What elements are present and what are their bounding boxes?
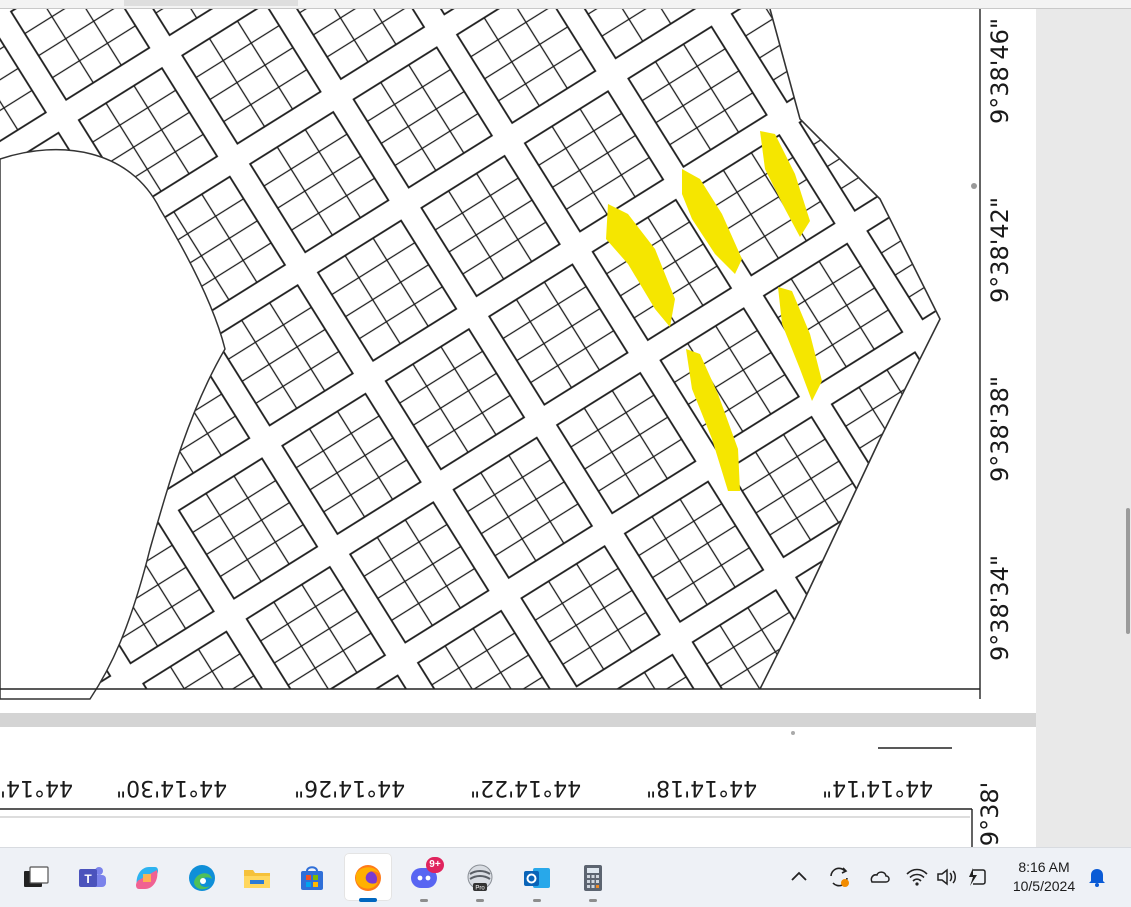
- pro-app-icon[interactable]: Pro: [464, 862, 496, 894]
- longitude-label: 44°14'18": [646, 775, 758, 800]
- clock-date: 10/5/2024: [1012, 878, 1076, 894]
- running-indicator: [476, 899, 484, 902]
- longitude-label: 44°14'26": [294, 775, 406, 800]
- clock-time: 8:16 AM: [1018, 859, 1070, 875]
- svg-text:T: T: [84, 872, 92, 886]
- longitude-label: 44°14': [0, 775, 74, 800]
- teams-icon[interactable]: T: [76, 862, 108, 894]
- discord-notification-badge: 9+: [426, 857, 444, 873]
- volume-icon[interactable]: [934, 864, 960, 890]
- running-indicator: [420, 899, 428, 902]
- battery-charging-icon[interactable]: [964, 864, 990, 890]
- latitude-label: 9°38'38": [986, 376, 1014, 482]
- map-page-upper: 9°38'46" 9°38'42" 9°38'38" 9°38'34": [0, 9, 1036, 713]
- outlook-icon[interactable]: [521, 862, 553, 894]
- clock[interactable]: 8:16 AM 10/5/2024: [1004, 858, 1084, 896]
- plot-map-drawing: [0, 9, 1036, 713]
- firefox-icon[interactable]: [352, 862, 384, 894]
- copilot-icon[interactable]: [131, 862, 163, 894]
- calculator-icon[interactable]: [577, 862, 609, 894]
- task-view-icon[interactable]: [20, 862, 52, 894]
- latitude-label: 9°38'46": [986, 18, 1014, 124]
- latitude-label: 9°38'34": [986, 555, 1014, 661]
- longitude-label: 44°14'14": [822, 775, 934, 800]
- chevron-up-icon[interactable]: [786, 864, 812, 890]
- active-app-indicator: [359, 898, 377, 902]
- pro-label: Pro: [475, 886, 485, 892]
- edge-icon[interactable]: [186, 862, 218, 894]
- longitude-label: 44°14'30": [116, 775, 228, 800]
- running-indicator: [533, 899, 541, 902]
- browser-top-strip: [0, 0, 1131, 9]
- longitude-label: 44°14'22": [470, 775, 582, 800]
- taskbar: T Pro 8:16 AM 10/5/2024: [0, 847, 1131, 907]
- wifi-icon[interactable]: [904, 864, 930, 890]
- notification-bell-icon[interactable]: [1084, 864, 1110, 890]
- file-explorer-icon[interactable]: [241, 862, 273, 894]
- latitude-label: 9°38'42": [986, 197, 1014, 303]
- running-indicator: [589, 899, 597, 902]
- scrollbar-thumb[interactable]: [1126, 508, 1130, 634]
- sync-icon[interactable]: [826, 864, 852, 890]
- onedrive-cloud-icon[interactable]: [866, 864, 892, 890]
- browser-tab[interactable]: [124, 0, 298, 6]
- side-panel-background: [1036, 9, 1131, 847]
- store-icon[interactable]: [296, 862, 328, 894]
